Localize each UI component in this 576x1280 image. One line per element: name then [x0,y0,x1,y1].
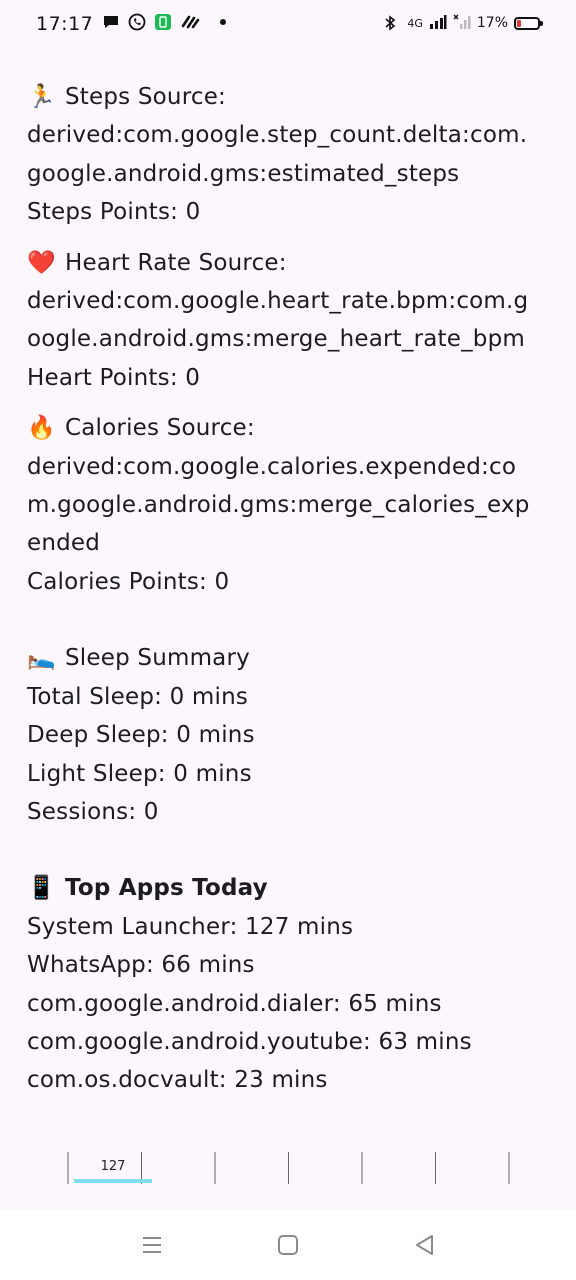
apps-title-row: 📱 Top Apps Today [27,869,552,907]
notification-dot [220,19,226,25]
chat-icon [102,13,120,31]
whatsapp-icon [128,13,146,31]
steps-source-line-1: derived:com.google.step_count.delta:com. [27,122,528,149]
app-usage-chart: 127 [0,1140,576,1190]
battery-percent: 17% [476,15,508,31]
bluetooth-icon [383,14,401,32]
system-icons: 4G 17% [383,14,543,32]
heart-title: Heart Rate Source: [65,249,287,276]
steps-source-line-2: google.android.gms:estimated_steps [27,160,460,187]
heart-points: Heart Points: 0 [27,364,201,391]
notification-icons [102,13,226,31]
link-icon [180,13,200,31]
signal-icon [429,14,447,32]
apps-title: Top Apps Today [65,875,268,902]
phone-icon: 📱 [27,875,56,902]
battery-icon [514,16,543,30]
sleep-title-row: 🛌 Sleep Summary [27,639,552,677]
heart-source-line-2: oogle.android.gms:merge_heart_rate_bpm [27,326,526,353]
heart-source-line-1: derived:com.google.heart_rate.bpm:com.g [27,288,529,315]
runner-icon: 🏃 [27,84,56,110]
status-time: 17:17 [36,13,94,35]
total-sleep: Total Sleep: 0 mins [27,683,249,710]
bed-icon: 🛌 [27,645,56,672]
calories-points: Calories Points: 0 [27,568,230,595]
sleep-title: Sleep Summary [65,645,250,672]
list-item: com.google.android.youtube: 63 mins [27,1028,472,1055]
steps-title-row: 🏃 Steps Source: [27,78,552,116]
sleep-sessions: Sessions: 0 [27,798,159,825]
calories-source-line-2: m.google.android.gms:merge_calories_exp [27,492,530,519]
chart-svg: 127 [67,1152,510,1184]
calories-source-line-3: ended [27,530,101,557]
navigation-bar [0,1210,576,1280]
status-bar: 17:17 4G 17% [0,0,576,52]
light-sleep: Light Sleep: 0 mins [27,760,252,787]
menu-icon[interactable] [139,1232,165,1258]
back-icon[interactable] [412,1232,438,1258]
home-icon[interactable] [275,1232,301,1258]
calories-title: Calories Source: [65,415,255,442]
steps-title: Steps Source: [65,84,227,110]
app-icon [154,13,172,31]
steps-points: Steps Points: 0 [27,199,201,226]
calories-source-line-1: derived:com.google.calories.expended:co [27,453,517,480]
chart-bar [74,1179,152,1183]
heart-icon: ❤️ [27,249,56,276]
fitness-summary: 🏃 Steps Source: derived:com.google.step_c… [27,78,552,1100]
deep-sleep: Deep Sleep: 0 mins [27,722,255,749]
list-item: com.google.android.dialer: 65 mins [27,990,442,1017]
signal-2-icon [453,14,471,32]
fire-icon: 🔥 [27,415,56,442]
chart-data-label: 127 [101,1159,126,1174]
list-item: com.os.docvault: 23 mins [27,1067,328,1094]
network-type: 4G [407,16,423,30]
list-item: WhatsApp: 66 mins [27,952,255,979]
list-item: System Launcher: 127 mins [27,913,354,940]
heart-title-row: ❤️ Heart Rate Source: [27,244,552,282]
calories-title-row: 🔥 Calories Source: [27,409,552,447]
